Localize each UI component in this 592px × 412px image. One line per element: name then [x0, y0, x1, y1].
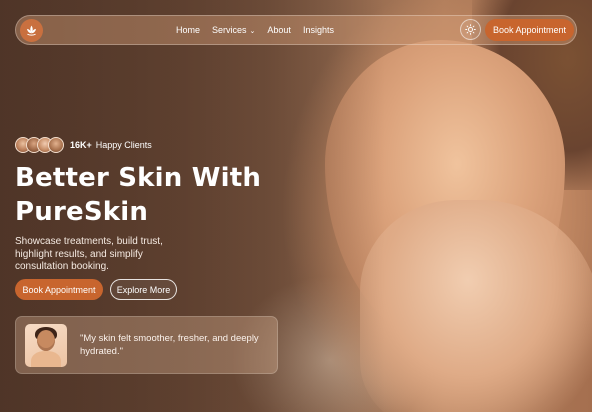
hero-headline-line2: PureSkin: [15, 197, 149, 227]
nav-link-home[interactable]: Home: [176, 25, 200, 35]
avatar: [48, 137, 64, 153]
nav-link-services-label: Services: [212, 25, 247, 35]
nav-link-insights[interactable]: Insights: [303, 25, 334, 35]
hero-cta-row: Book Appointment Explore More: [15, 279, 177, 300]
sun-icon: [465, 24, 476, 35]
hero-headline: Better Skin With PureSkin: [15, 161, 315, 229]
theme-toggle-button[interactable]: [460, 19, 481, 40]
testimonial-card: "My skin felt smoother, fresher, and dee…: [15, 316, 278, 374]
lotus-icon[interactable]: [20, 19, 43, 42]
testimonial-avatar-body: [31, 351, 61, 367]
nav-link-about[interactable]: About: [267, 25, 291, 35]
clients-count: 16K+: [70, 140, 92, 150]
testimonial-quote: "My skin felt smoother, fresher, and dee…: [80, 333, 259, 357]
explore-more-button[interactable]: Explore More: [110, 279, 177, 300]
hero-subtext: Showcase treatments, build trust, highli…: [15, 236, 163, 272]
book-appointment-button[interactable]: Book Appointment: [15, 279, 103, 300]
nav-link-services[interactable]: Services ⌄: [212, 25, 255, 35]
testimonial-avatar: [25, 324, 67, 367]
clients-label: Happy Clients: [95, 140, 152, 150]
hero-headline-line1: Better Skin With: [15, 163, 262, 193]
testimonial-avatar-face: [37, 330, 55, 351]
happy-clients-badge: 16K+ Happy Clients: [15, 137, 152, 153]
navbar: Home Services ⌄ About Insights Book Appoi…: [15, 15, 577, 45]
nav-book-appointment-button[interactable]: Book Appointment: [485, 19, 574, 41]
client-avatars: [15, 137, 64, 153]
nav-links: Home Services ⌄ About Insights: [176, 16, 334, 44]
chevron-down-icon: ⌄: [249, 28, 256, 35]
